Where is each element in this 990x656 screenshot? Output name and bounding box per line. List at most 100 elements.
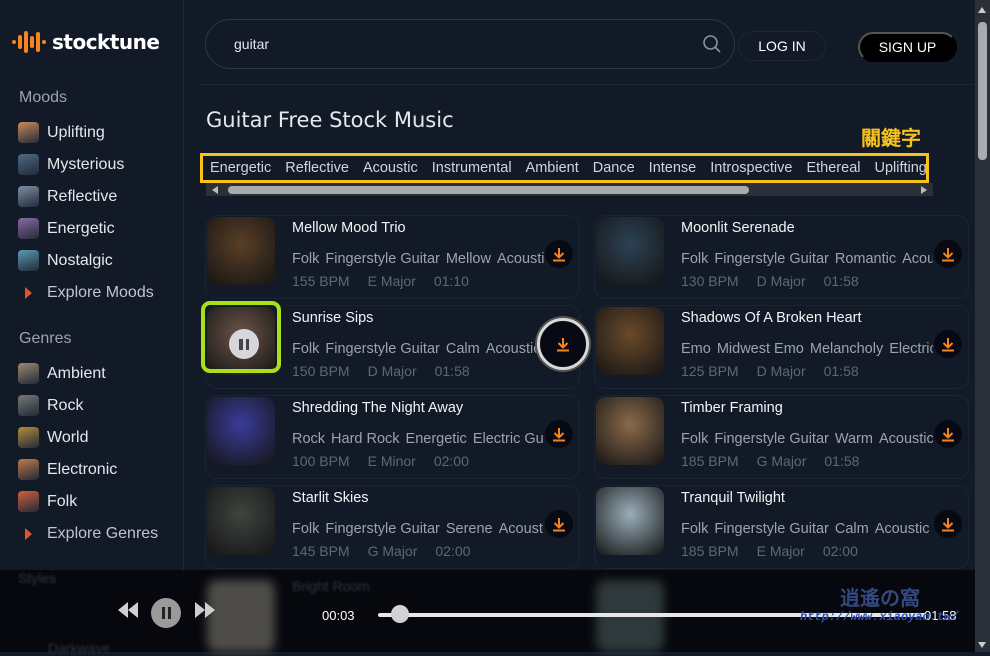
- track-thumbnail[interactable]: [207, 217, 275, 285]
- keyword-chip[interactable]: Introspective: [710, 160, 792, 176]
- forward-button[interactable]: [193, 601, 217, 619]
- keyword-chip[interactable]: Energetic: [210, 160, 271, 176]
- track-card[interactable]: Shredding The Night Away Rock Hard Rock Ene…: [205, 395, 580, 479]
- sidebar-item-energetic[interactable]: Energetic: [18, 218, 115, 239]
- download-button[interactable]: [545, 240, 573, 268]
- tag[interactable]: Acoustic: [486, 341, 541, 357]
- logo[interactable]: stocktune: [12, 30, 160, 54]
- tag[interactable]: Energetic: [406, 431, 467, 447]
- tag[interactable]: Folk: [681, 431, 708, 447]
- keyword-chip[interactable]: Ethereal: [806, 160, 860, 176]
- search-bar[interactable]: [205, 19, 735, 69]
- track-thumbnail[interactable]: [596, 397, 664, 465]
- download-button[interactable]: [934, 240, 962, 268]
- tag[interactable]: Electric Guitar: [473, 431, 544, 447]
- tag[interactable]: Calm: [446, 341, 480, 357]
- explore-genres-link[interactable]: Explore Genres: [18, 525, 158, 543]
- tag[interactable]: Fingerstyle Guitar: [714, 521, 828, 537]
- scroll-up-icon[interactable]: [978, 7, 986, 13]
- track-card[interactable]: Starlit Skies Folk Fingerstyle Guitar Seren…: [205, 485, 580, 569]
- vertical-scrollbar[interactable]: [975, 0, 990, 652]
- track-title[interactable]: Mellow Mood Trio: [292, 220, 406, 236]
- signup-button[interactable]: SIGN UP: [858, 32, 957, 62]
- horizontal-scrollbar[interactable]: [206, 183, 933, 196]
- tag[interactable]: Folk: [292, 251, 319, 267]
- tag[interactable]: Folk: [292, 341, 319, 357]
- tag[interactable]: Electric: [889, 341, 933, 357]
- search-icon[interactable]: [702, 34, 722, 54]
- track-card[interactable]: Tranquil Twilight Folk Fingerstyle Guitar C…: [594, 485, 969, 569]
- sidebar-item-electronic[interactable]: Electronic: [18, 459, 117, 480]
- tag[interactable]: Romantic: [835, 251, 896, 267]
- tag[interactable]: Midwest Emo: [717, 341, 804, 357]
- tag[interactable]: Calm: [835, 521, 869, 537]
- login-button[interactable]: LOG IN: [738, 31, 826, 61]
- tag[interactable]: Folk: [681, 521, 708, 537]
- sidebar-item-reflective[interactable]: Reflective: [18, 186, 117, 207]
- track-card[interactable]: Mellow Mood Trio Folk Fingerstyle Guitar Me…: [205, 215, 580, 299]
- track-title[interactable]: Shadows Of A Broken Heart: [681, 310, 862, 326]
- tag[interactable]: Rock: [292, 431, 325, 447]
- scroll-right-icon[interactable]: [921, 186, 927, 194]
- sidebar-item-ambient[interactable]: Ambient: [18, 363, 106, 384]
- track-card[interactable]: Shadows Of A Broken Heart Emo Midwest Emo M…: [594, 305, 969, 389]
- track-thumbnail[interactable]: [201, 301, 281, 375]
- tag[interactable]: Hard Rock: [331, 431, 400, 447]
- progress-handle[interactable]: [390, 605, 409, 623]
- track-thumbnail[interactable]: [207, 487, 275, 555]
- pause-button[interactable]: [151, 598, 181, 628]
- tag[interactable]: Acoustic: [902, 251, 933, 267]
- track-title[interactable]: Moonlit Serenade: [681, 220, 795, 236]
- download-button[interactable]: [934, 510, 962, 538]
- track-title[interactable]: Sunrise Sips: [292, 310, 373, 326]
- explore-moods-link[interactable]: Explore Moods: [18, 284, 154, 302]
- tag[interactable]: Fingerstyle Guitar: [325, 251, 439, 267]
- download-button[interactable]: [537, 318, 589, 370]
- scrollbar-thumb[interactable]: [978, 22, 987, 160]
- scroll-left-icon[interactable]: [212, 186, 218, 194]
- sidebar-item-nostalgic[interactable]: Nostalgic: [18, 250, 113, 271]
- search-input[interactable]: [234, 36, 706, 52]
- tag[interactable]: Melancholy: [810, 341, 883, 357]
- track-title[interactable]: Tranquil Twilight: [681, 490, 785, 506]
- track-thumbnail[interactable]: [596, 217, 664, 285]
- download-button[interactable]: [545, 510, 573, 538]
- track-card[interactable]: Sunrise Sips Folk Fingerstyle Guitar Calm Ac…: [201, 301, 589, 389]
- tag[interactable]: Acoustic: [497, 251, 544, 267]
- sidebar-item-folk[interactable]: Folk: [18, 491, 77, 512]
- track-title[interactable]: Starlit Skies: [292, 490, 369, 506]
- tag[interactable]: Fingerstyle Guitar: [325, 521, 439, 537]
- track-thumbnail[interactable]: [596, 487, 664, 555]
- track-title[interactable]: Shredding The Night Away: [292, 400, 463, 416]
- keyword-chip[interactable]: Acoustic: [363, 160, 418, 176]
- tag[interactable]: Warm: [835, 431, 873, 447]
- download-button[interactable]: [545, 420, 573, 448]
- tag[interactable]: Acoustic: [875, 521, 930, 537]
- keyword-chip[interactable]: Instrumental: [432, 160, 512, 176]
- sidebar-item-world[interactable]: World: [18, 427, 89, 448]
- scrollbar-thumb[interactable]: [228, 186, 749, 194]
- tag[interactable]: Fingerstyle Guitar: [714, 251, 828, 267]
- sidebar-item-rock[interactable]: Rock: [18, 395, 83, 416]
- keyword-chip[interactable]: Uplifting: [874, 160, 926, 176]
- tag[interactable]: Fingerstyle Guitar: [325, 341, 439, 357]
- tag[interactable]: Acoustic: [879, 431, 933, 447]
- rewind-button[interactable]: [116, 601, 140, 619]
- track-title[interactable]: Timber Framing: [681, 400, 783, 416]
- track-thumbnail[interactable]: [207, 397, 275, 465]
- keyword-chip[interactable]: Ambient: [526, 160, 579, 176]
- track-card[interactable]: Moonlit Serenade Folk Fingerstyle Guitar Ro…: [594, 215, 969, 299]
- tag[interactable]: Serene: [446, 521, 493, 537]
- sidebar-item-mysterious[interactable]: Mysterious: [18, 154, 124, 175]
- tag[interactable]: Fingerstyle Guitar: [714, 431, 828, 447]
- keyword-chip[interactable]: Intense: [649, 160, 697, 176]
- tag[interactable]: Mellow: [446, 251, 491, 267]
- keyword-chip[interactable]: Reflective: [285, 160, 349, 176]
- tag[interactable]: Folk: [292, 521, 319, 537]
- track-thumbnail[interactable]: [596, 307, 664, 375]
- download-button[interactable]: [934, 330, 962, 358]
- track-card[interactable]: Timber Framing Folk Fingerstyle Guitar Warm…: [594, 395, 969, 479]
- keyword-chip[interactable]: Dance: [593, 160, 635, 176]
- tag[interactable]: Emo: [681, 341, 711, 357]
- download-button[interactable]: [934, 420, 962, 448]
